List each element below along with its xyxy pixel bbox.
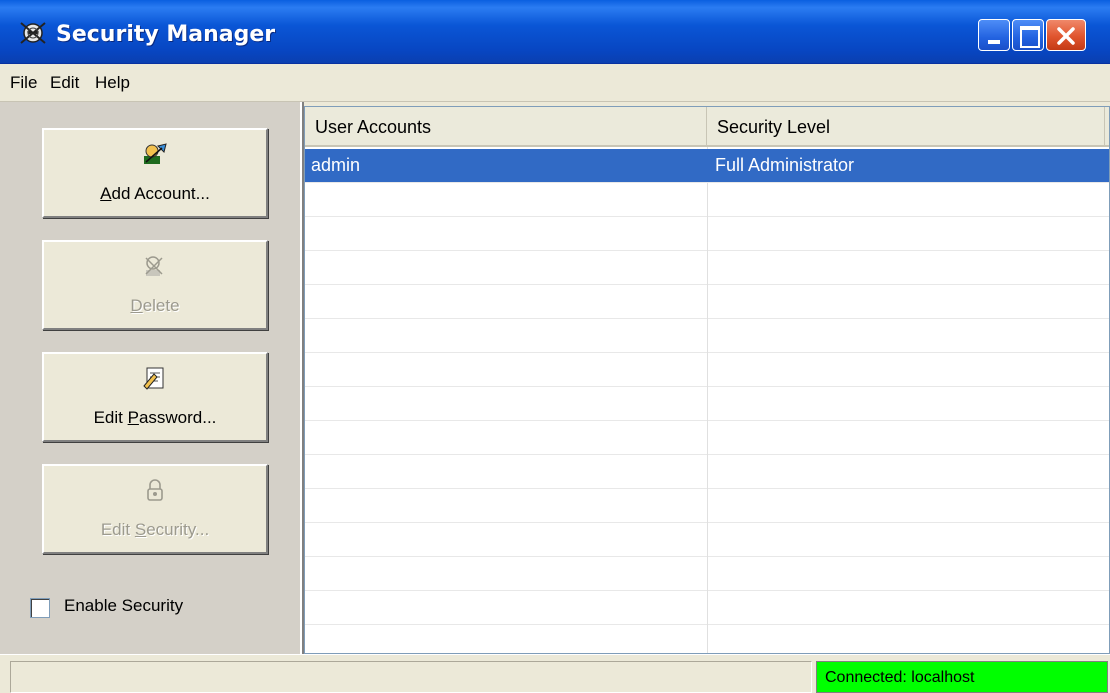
close-button[interactable] bbox=[1046, 19, 1086, 51]
add-account-label: Add Account... bbox=[100, 184, 210, 203]
padlock-icon bbox=[147, 479, 163, 501]
security-skull-icon bbox=[20, 22, 46, 44]
status-panel-main bbox=[10, 661, 812, 693]
window-title: Security Manager bbox=[56, 22, 276, 47]
edit-security-button[interactable]: Edit Security... bbox=[42, 464, 268, 554]
menu-file[interactable]: File bbox=[10, 73, 37, 93]
enable-security-checkbox[interactable] bbox=[30, 598, 50, 618]
enable-security-option[interactable]: Enable Security bbox=[30, 596, 270, 620]
password-icon bbox=[143, 367, 164, 390]
column-divider bbox=[707, 147, 708, 653]
close-icon bbox=[1057, 27, 1075, 45]
menu-help[interactable]: Help bbox=[95, 73, 130, 93]
menu-bar: File Edit Help bbox=[0, 64, 1110, 102]
user-account-cell: admin bbox=[311, 155, 361, 175]
user-add-icon bbox=[144, 143, 167, 164]
enable-security-label: Enable Security bbox=[64, 596, 184, 615]
table-row[interactable]: admin Full Administrator bbox=[305, 149, 1109, 183]
security-manager-window: Security Manager File Edit Help Add Acco… bbox=[0, 0, 1110, 693]
edit-security-label: Edit Security... bbox=[100, 520, 210, 539]
command-panel: Add Account... Delete Edit Password... E… bbox=[0, 102, 304, 654]
menu-edit[interactable]: Edit bbox=[50, 73, 79, 93]
status-bar: Connected: localhost bbox=[0, 654, 1110, 693]
user-accounts-list[interactable]: User Accounts Security Level admin Full … bbox=[304, 106, 1110, 654]
connection-status: Connected: localhost bbox=[816, 661, 1108, 693]
security-level-cell: Full Administrator bbox=[715, 155, 855, 175]
title-bar[interactable]: Security Manager bbox=[0, 0, 1110, 64]
column-header-user-accounts[interactable]: User Accounts bbox=[305, 107, 707, 145]
list-header: User Accounts Security Level bbox=[305, 107, 1109, 147]
edit-password-label: Edit Password... bbox=[93, 408, 217, 427]
delete-label: Delete bbox=[130, 296, 180, 315]
connection-status-text: Connected: localhost bbox=[825, 669, 975, 686]
user-delete-icon bbox=[145, 256, 163, 276]
add-account-button[interactable]: Add Account... bbox=[42, 128, 268, 218]
delete-button[interactable]: Delete bbox=[42, 240, 268, 330]
column-header-security-level[interactable]: Security Level bbox=[707, 107, 1105, 145]
minimize-button[interactable] bbox=[978, 19, 1010, 51]
maximize-button[interactable] bbox=[1012, 19, 1044, 51]
edit-password-button[interactable]: Edit Password... bbox=[42, 352, 268, 442]
